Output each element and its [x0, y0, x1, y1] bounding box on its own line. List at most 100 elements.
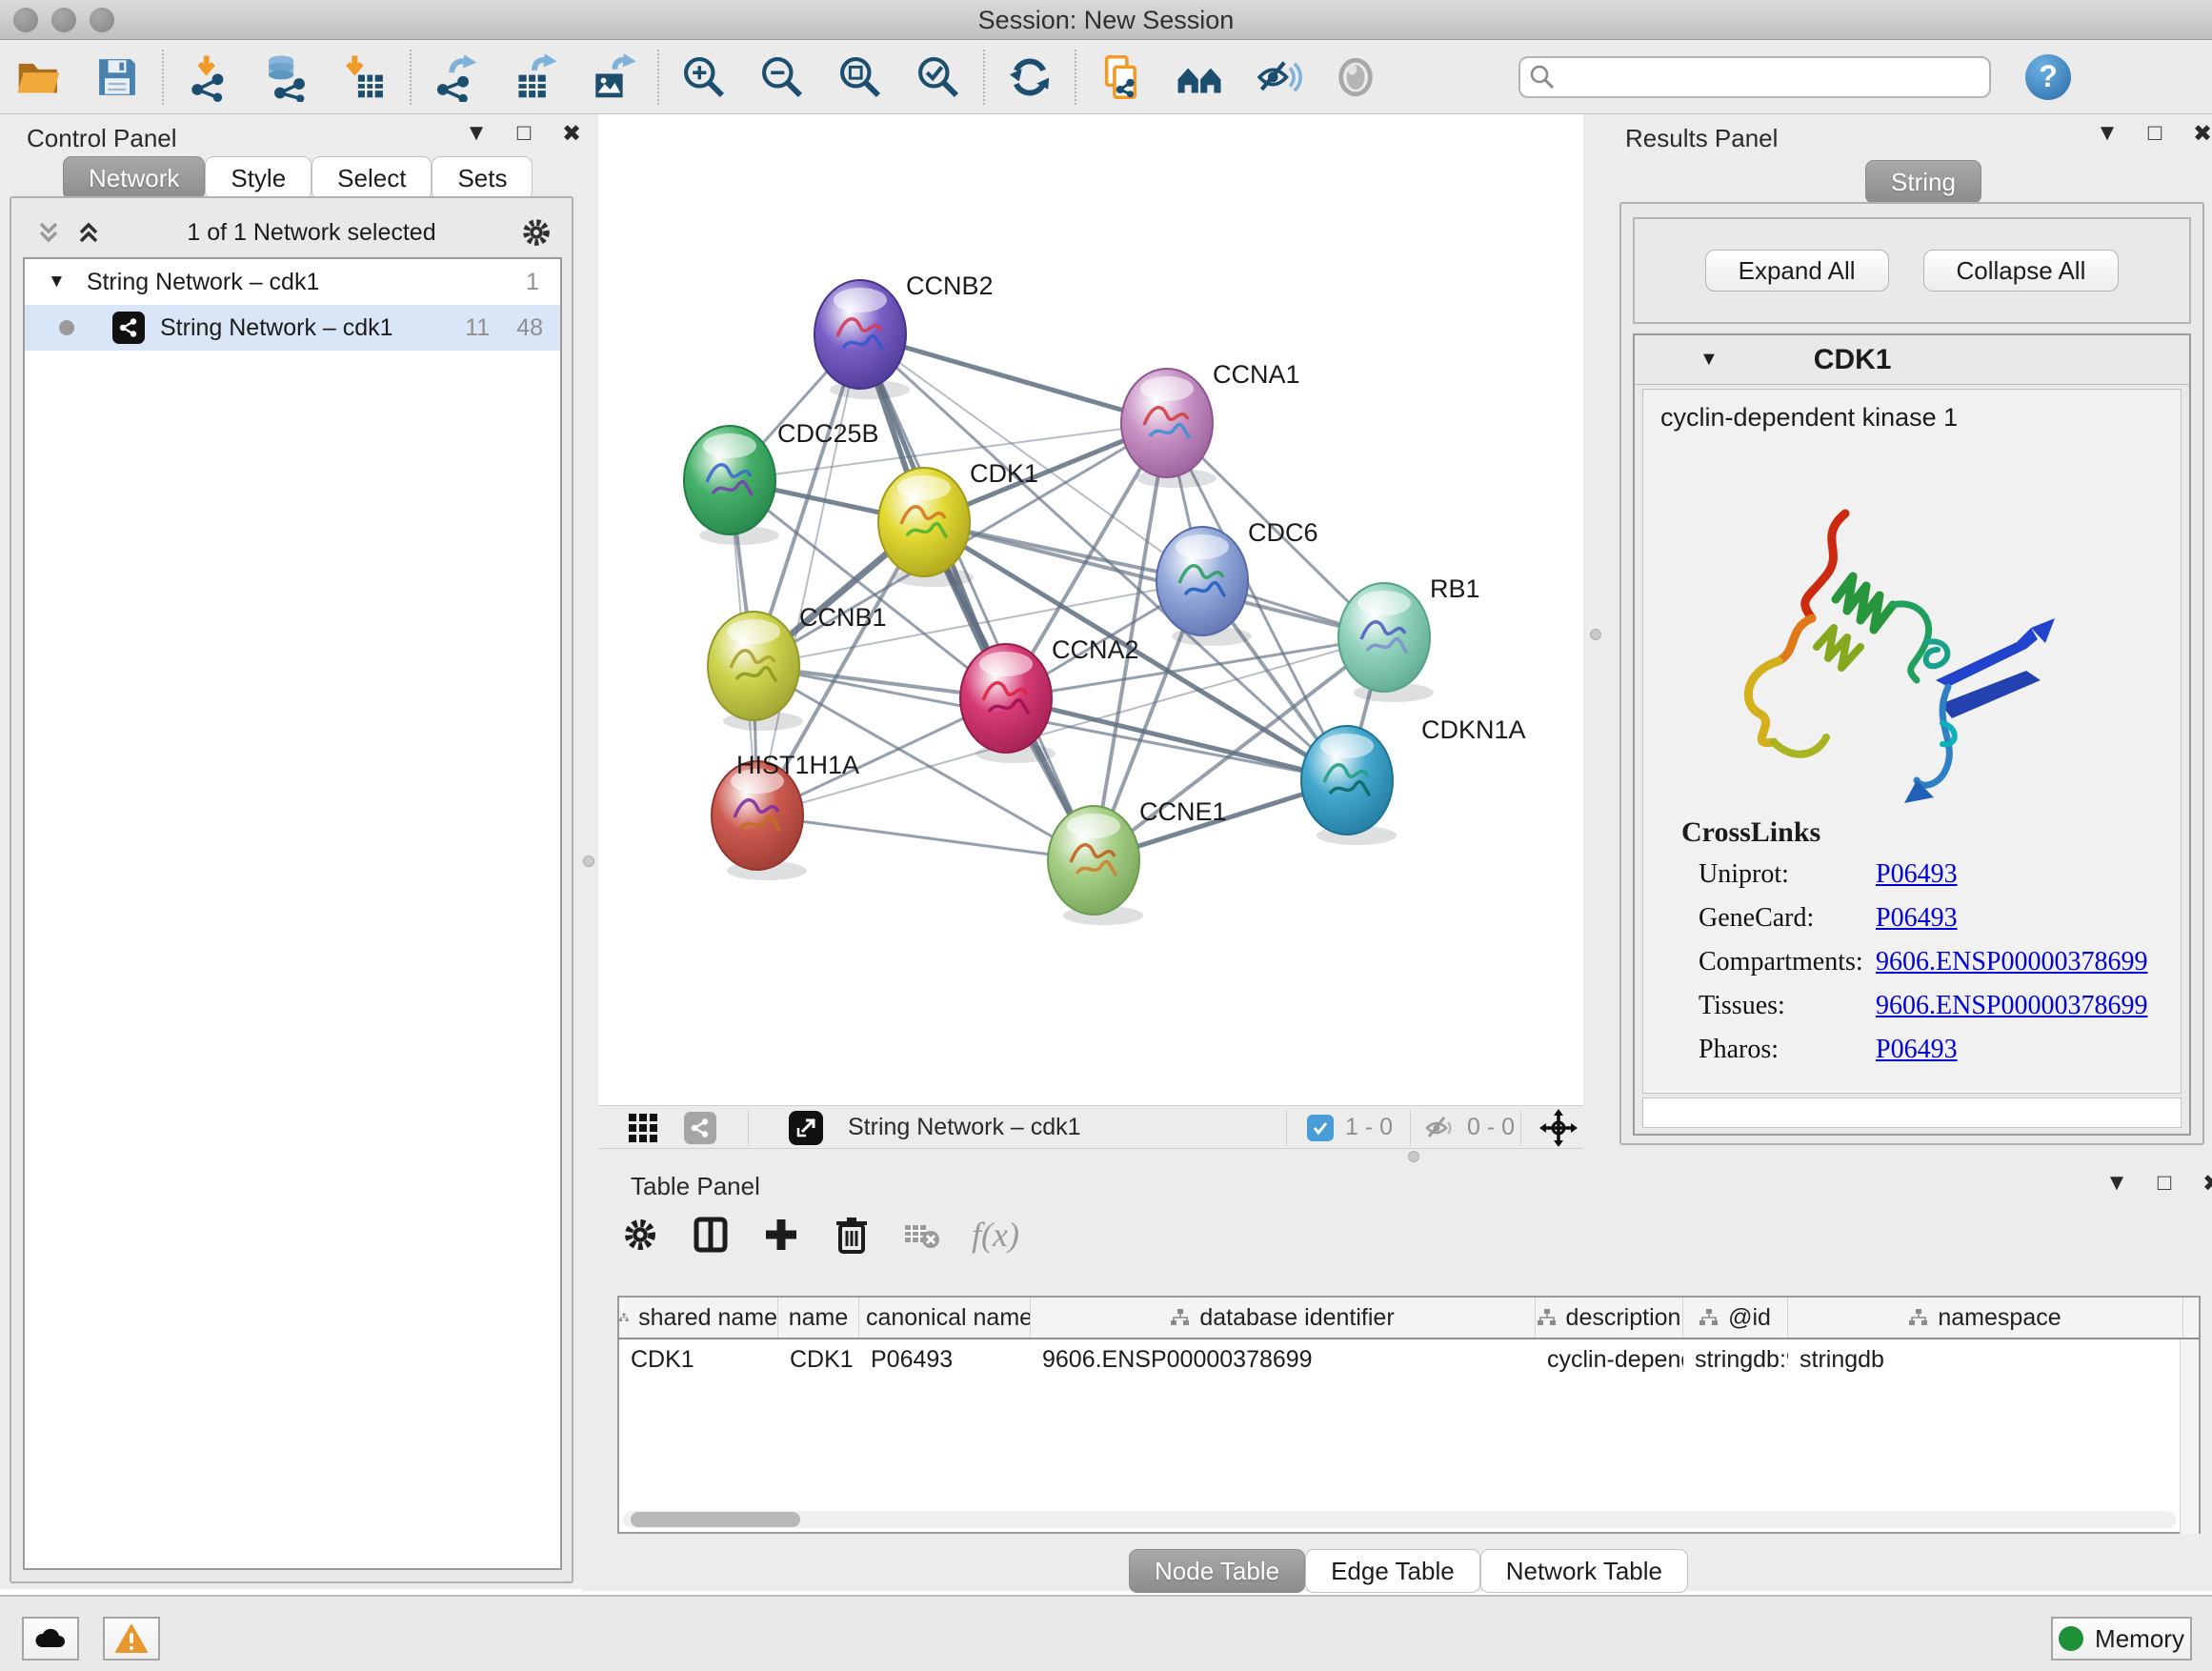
panel-collapse-icon[interactable]: ▼ [2094, 120, 2121, 148]
delete-column-trash-icon[interactable] [831, 1214, 873, 1256]
houses-button[interactable] [1160, 46, 1238, 109]
tab-network[interactable]: Network [63, 156, 205, 200]
right-splitter[interactable] [1583, 114, 1610, 1149]
tab-edge-table[interactable]: Edge Table [1305, 1549, 1480, 1593]
network-edge[interactable] [757, 334, 860, 815]
panel-collapse-icon[interactable]: ▼ [463, 120, 490, 148]
export-table-icon [510, 52, 559, 102]
tab-sets[interactable]: Sets [432, 156, 533, 200]
save-session-icon [92, 52, 142, 102]
column-header-shared-name[interactable]: shared name [619, 1298, 778, 1338]
memory-button[interactable]: Memory [2051, 1617, 2192, 1661]
tab-select[interactable]: Select [312, 156, 432, 200]
export-table-button[interactable] [495, 46, 573, 109]
panel-float-icon[interactable]: □ [2151, 1170, 2178, 1198]
expand-all-networks-icon[interactable] [72, 216, 105, 249]
table-settings-gear-icon[interactable] [619, 1214, 661, 1256]
export-network-icon [432, 52, 481, 102]
expand-collapse-box: Expand All Collapse All [1633, 217, 2191, 324]
column-header-name[interactable]: name [778, 1298, 859, 1338]
import-network-database-button[interactable] [248, 46, 326, 109]
network-edge[interactable] [860, 334, 1094, 860]
network-view-canvas[interactable]: CCNB2CCNA1CDC25BCDK1CDC6RB1CCNB1CCNA2CDK… [598, 114, 1583, 1105]
network-node-CDKN1A[interactable] [1301, 726, 1397, 845]
network-node-CCNB2[interactable] [814, 280, 910, 399]
panel-collapse-icon[interactable]: ▼ [2103, 1170, 2130, 1198]
window-zoom-button[interactable] [90, 8, 114, 32]
network-node-CCNB1[interactable] [708, 612, 803, 731]
protein-structure-image [1702, 485, 2074, 828]
panel-close-icon[interactable]: ✖ [2189, 120, 2212, 148]
network-node-CDC25B[interactable] [684, 426, 779, 545]
column-header-database-identifier[interactable]: database identifier [1031, 1298, 1536, 1338]
help-button[interactable]: ? [2025, 54, 2071, 100]
tab-network-table[interactable]: Network Table [1480, 1549, 1688, 1593]
network-node-CDK1[interactable] [878, 468, 974, 587]
node-result-header[interactable]: ▼ CDK1 [1635, 335, 2189, 385]
add-column-plus-icon[interactable] [760, 1214, 802, 1256]
zoom-out-button[interactable] [743, 46, 821, 109]
import-table-button[interactable] [326, 46, 404, 109]
zoom-fit-button[interactable] [821, 46, 899, 109]
scrollbar-thumb[interactable] [631, 1512, 800, 1527]
clone-network-button[interactable] [1082, 46, 1160, 109]
crosslink-link[interactable]: P06493 [1876, 859, 1958, 890]
table-horizontal-scrollbar[interactable] [623, 1511, 2176, 1528]
crosslink-link[interactable]: 9606.ENSP00000378699 [1876, 991, 2147, 1021]
gear-icon[interactable] [518, 214, 554, 251]
export-image-button[interactable] [573, 46, 652, 109]
selected-checkbox-icon[interactable] [1307, 1115, 1334, 1141]
collapse-all-button[interactable]: Collapse All [1923, 250, 2120, 292]
column-header--id[interactable]: @id [1683, 1298, 1788, 1338]
import-network-file-button[interactable] [170, 46, 248, 109]
panel-float-icon[interactable]: □ [2142, 120, 2168, 148]
warnings-button[interactable] [103, 1617, 160, 1661]
network-node-CCNE1[interactable] [1048, 806, 1143, 925]
network-row[interactable]: String Network – cdk1 11 48 [25, 305, 560, 351]
network-collection-row[interactable]: ▼ String Network – cdk1 1 [25, 259, 560, 305]
tree-expander-icon[interactable]: ▼ [48, 272, 66, 292]
open-session-button[interactable] [0, 46, 78, 109]
network-edge[interactable] [860, 334, 1167, 423]
hide-selected-button[interactable] [1238, 46, 1317, 109]
import-network-database-icon [262, 52, 312, 102]
network-node-RB1[interactable] [1338, 583, 1434, 702]
birds-eye-grid-icon[interactable] [627, 1112, 659, 1144]
column-header-description[interactable]: description [1536, 1298, 1683, 1338]
save-session-button[interactable] [78, 46, 156, 109]
tab-node-table[interactable]: Node Table [1129, 1549, 1305, 1593]
window-minimize-button[interactable] [51, 8, 76, 32]
zoom-in-button[interactable] [665, 46, 743, 109]
export-network-button[interactable] [417, 46, 495, 109]
table-vertical-scroll-strip[interactable] [2180, 1339, 2199, 1534]
search-input[interactable] [1518, 56, 1991, 98]
cloud-button[interactable] [22, 1617, 79, 1661]
tab-style[interactable]: Style [205, 156, 312, 200]
refresh-button[interactable] [991, 46, 1069, 109]
show-columns-icon[interactable] [690, 1214, 732, 1256]
open-in-window-icon[interactable] [789, 1111, 823, 1145]
expand-all-button[interactable]: Expand All [1705, 250, 1889, 292]
zoom-selected-button[interactable] [899, 46, 977, 109]
entry-gene-name: CDK1 [1814, 344, 1892, 376]
fit-selected-crosshair-icon[interactable] [1539, 1109, 1578, 1147]
panel-close-icon[interactable]: ✖ [2199, 1170, 2212, 1198]
crosslink-link[interactable]: P06493 [1876, 903, 1958, 934]
left-splitter[interactable] [581, 114, 598, 1149]
column-header-canonical-name[interactable]: canonical name [859, 1298, 1031, 1338]
table-row[interactable]: CDK1CDK1P064939606.ENSP00000378699cyclin… [619, 1339, 2199, 1379]
panel-float-icon[interactable]: □ [511, 120, 537, 148]
window-close-button[interactable] [13, 8, 38, 32]
network-edge[interactable] [757, 815, 1094, 860]
horizontal-splitter[interactable] [581, 1149, 2212, 1164]
tab-string[interactable]: String [1865, 160, 1981, 204]
string-style-icon[interactable] [684, 1112, 716, 1144]
network-node-CCNA1[interactable] [1121, 369, 1217, 488]
collapse-all-networks-icon[interactable] [32, 216, 65, 249]
crosslink-link[interactable]: P06493 [1876, 1035, 1958, 1065]
show-all-button[interactable] [1317, 46, 1395, 109]
column-header-namespace[interactable]: namespace [1788, 1298, 2183, 1338]
edge-count: 48 [516, 314, 543, 342]
crosslink-link[interactable]: 9606.ENSP00000378699 [1876, 947, 2147, 977]
entry-expander-icon[interactable]: ▼ [1699, 349, 1719, 371]
